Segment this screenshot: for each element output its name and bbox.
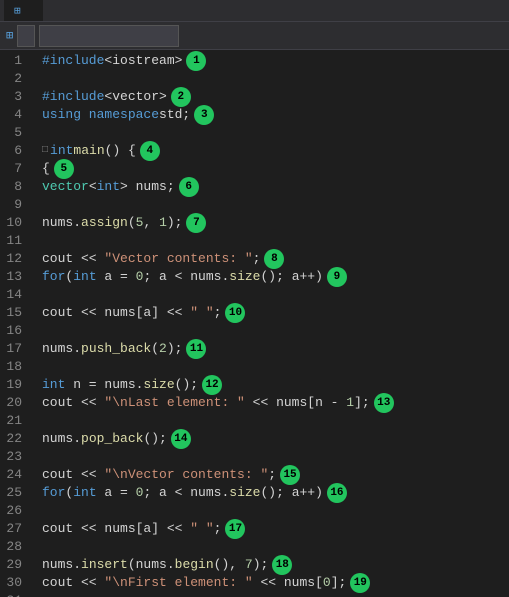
code-line — [38, 232, 509, 250]
code-line — [38, 592, 509, 597]
line-number: 2 — [4, 70, 30, 88]
badge-7: 7 — [186, 213, 206, 233]
line-number: 21 — [4, 412, 30, 430]
line-number: 8 — [4, 178, 30, 196]
badge-6: 6 — [179, 177, 199, 197]
line-number: 1 — [4, 52, 30, 70]
code-line — [38, 322, 509, 340]
line-number: 26 — [4, 502, 30, 520]
code-line: cout << "\nVector contents: ";15 — [38, 466, 509, 484]
code-line: vector<int> nums;6 — [38, 178, 509, 196]
badge-15: 15 — [280, 465, 300, 485]
badge-19: 19 — [350, 573, 370, 593]
scope-selector[interactable] — [17, 25, 35, 47]
code-line: nums.push_back(2);11 — [38, 340, 509, 358]
code-line: cout << nums[a] << " ";17 — [38, 520, 509, 538]
line-number: 20 — [4, 394, 30, 412]
line-number: 14 — [4, 286, 30, 304]
line-number: 3 — [4, 88, 30, 106]
line-number: 5 — [4, 124, 30, 142]
line-number: 22 — [4, 430, 30, 448]
line-number: 27 — [4, 520, 30, 538]
badge-4: 4 — [140, 141, 160, 161]
code-line — [38, 358, 509, 376]
line-number: 31 — [4, 592, 30, 597]
badge-17: 17 — [225, 519, 245, 539]
badge-9: 9 — [327, 267, 347, 287]
line-number: 11 — [4, 232, 30, 250]
line-number: 18 — [4, 358, 30, 376]
line-number: 10 — [4, 214, 30, 232]
code-line: nums.pop_back();14 — [38, 430, 509, 448]
badge-8: 8 — [264, 249, 284, 269]
code-line: {5 — [38, 160, 509, 178]
line-number: 28 — [4, 538, 30, 556]
file-tab[interactable]: ⊞ — [4, 0, 43, 21]
badge-16: 16 — [327, 483, 347, 503]
badge-18: 18 — [272, 555, 292, 575]
code-line: nums.assign(5, 1);7 — [38, 214, 509, 232]
code-line: cout << "Vector contents: ";8 — [38, 250, 509, 268]
code-line — [38, 538, 509, 556]
badge-12: 12 — [202, 375, 222, 395]
code-line — [38, 448, 509, 466]
editor: 1234567891011121314151617181920212223242… — [0, 50, 509, 597]
badge-14: 14 — [171, 429, 191, 449]
badge-5: 5 — [54, 159, 74, 179]
line-number: 15 — [4, 304, 30, 322]
code-line — [38, 412, 509, 430]
badge-13: 13 — [374, 393, 394, 413]
code-line — [38, 196, 509, 214]
line-number: 12 — [4, 250, 30, 268]
code-line: □int main() {4 — [38, 142, 509, 160]
code-line — [38, 70, 509, 88]
scope-display — [39, 25, 179, 47]
code-line: for (int a = 0; a < nums.size(); a++)9 — [38, 268, 509, 286]
line-number: 23 — [4, 448, 30, 466]
code-line: using namespace std;3 — [38, 106, 509, 124]
badge-3: 3 — [194, 105, 214, 125]
line-number: 16 — [4, 322, 30, 340]
code-line: cout << nums[a] << " ";10 — [38, 304, 509, 322]
code-line: cout << "\nLast element: " << nums[n - 1… — [38, 394, 509, 412]
badge-1: 1 — [186, 51, 206, 71]
code-line: #include <iostream>1 — [38, 52, 509, 70]
line-number: 30 — [4, 574, 30, 592]
badge-10: 10 — [225, 303, 245, 323]
line-numbers: 1234567891011121314151617181920212223242… — [0, 50, 38, 597]
badge-11: 11 — [186, 339, 206, 359]
badge-2: 2 — [171, 87, 191, 107]
code-line: cout << "\nFirst element: " << nums[0];1… — [38, 574, 509, 592]
tab-icon: ⊞ — [14, 4, 21, 18]
code-line — [38, 502, 509, 520]
line-number: 19 — [4, 376, 30, 394]
line-number: 9 — [4, 196, 30, 214]
line-number: 25 — [4, 484, 30, 502]
code-area[interactable]: #include <iostream>1 #include <vector>2u… — [38, 50, 509, 597]
code-line: int n = nums.size();12 — [38, 376, 509, 394]
line-number: 6 — [4, 142, 30, 160]
line-number: 17 — [4, 340, 30, 358]
code-line: nums.insert(nums.begin(), 7);18 — [38, 556, 509, 574]
line-number: 24 — [4, 466, 30, 484]
title-bar: ⊞ — [0, 0, 509, 22]
code-line: #include <vector>2 — [38, 88, 509, 106]
toolbar: ⊞ — [0, 22, 509, 50]
code-line — [38, 124, 509, 142]
line-number: 4 — [4, 106, 30, 124]
code-line — [38, 286, 509, 304]
line-number: 29 — [4, 556, 30, 574]
line-number: 13 — [4, 268, 30, 286]
line-number: 7 — [4, 160, 30, 178]
toolbar-icon: ⊞ — [6, 28, 13, 43]
code-line: for (int a = 0; a < nums.size(); a++)16 — [38, 484, 509, 502]
